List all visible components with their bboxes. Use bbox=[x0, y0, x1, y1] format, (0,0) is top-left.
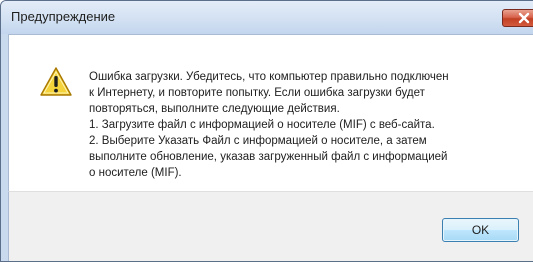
message-line: выполните обновление, указав загруженный… bbox=[89, 151, 448, 163]
message-line: 2. Выберите Указать Файл с информацией о… bbox=[89, 135, 427, 147]
dialog-title: Предупреждение bbox=[11, 9, 116, 24]
close-icon bbox=[518, 12, 530, 24]
warning-icon bbox=[40, 67, 72, 96]
message-line: о носителе (MIF). bbox=[89, 167, 182, 179]
message-line: к Интернету, и повторите попытку. Если о… bbox=[89, 87, 425, 99]
message-line: 1. Загрузите файл с информацией о носите… bbox=[89, 119, 435, 131]
title-bar[interactable]: Предупреждение bbox=[1, 1, 533, 34]
close-button[interactable] bbox=[502, 9, 533, 27]
warning-message: Ошибка загрузки. Убедитесь, что компьюте… bbox=[89, 69, 519, 181]
warning-dialog: Предупреждение Ошибка загрузки. Убедитес… bbox=[0, 0, 533, 262]
message-line: повторяться, выполните следующие действи… bbox=[89, 103, 340, 115]
message-area: Ошибка загрузки. Убедитесь, что компьюте… bbox=[8, 34, 533, 192]
ok-button[interactable]: OK bbox=[442, 218, 519, 242]
message-line: Ошибка загрузки. Убедитесь, что компьюте… bbox=[89, 71, 449, 83]
button-bar: OK bbox=[8, 191, 533, 261]
